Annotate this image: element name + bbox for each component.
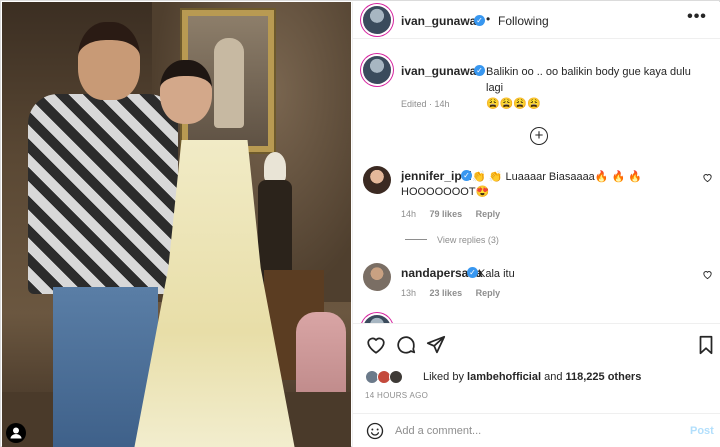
heart-icon[interactable] (702, 269, 713, 283)
author-avatar[interactable] (363, 6, 391, 34)
caption-text: Balikin oo .. oo balikin body gue kaya d… (486, 64, 711, 112)
man-head (78, 22, 140, 100)
liker-avatar (389, 370, 403, 384)
user-tag-icon[interactable] (6, 423, 26, 443)
post-timestamp[interactable]: 14 HOURS AGO (365, 391, 428, 400)
comment-time: 13h (401, 288, 417, 298)
reply-button[interactable]: Reply (476, 288, 501, 298)
comment-meta: 13h 23 likes Reply (401, 288, 511, 298)
comment-text: Kala itu (478, 268, 515, 280)
author-username[interactable]: ivan_gunawan (401, 14, 484, 28)
comment-input[interactable] (395, 420, 665, 442)
comment-time: 14h (401, 209, 417, 219)
comments-scroll[interactable]: ivan_gunawan ✓ Balikin oo .. oo balikin … (353, 40, 720, 323)
emoji-icon[interactable] (366, 422, 384, 440)
liked-by-and: and (544, 371, 563, 383)
following-button[interactable]: Following (498, 14, 549, 28)
liked-by-count[interactable]: 118,225 others (566, 371, 642, 383)
reply-button[interactable]: Reply (476, 209, 501, 219)
commenter-avatar[interactable] (363, 315, 391, 323)
commenter-avatar[interactable] (363, 263, 391, 291)
view-replies-button[interactable]: View replies (3) (405, 235, 499, 245)
post-modal: ivan_gunawan ✓ • Following ••• ivan_guna… (0, 0, 720, 447)
post-photo[interactable] (2, 2, 351, 447)
heart-icon[interactable] (702, 172, 713, 186)
post-button[interactable]: Post (690, 425, 714, 437)
comment-meta: 14h 79 likes Reply (401, 209, 511, 219)
photo-bride (132, 60, 312, 447)
bride-head (160, 60, 212, 124)
caption-username[interactable]: ivan_gunawan (401, 64, 484, 78)
commenter-avatar[interactable] (363, 166, 391, 194)
comment-text: 👏 👏 Luaaaar Biasaaaa🔥 🔥 🔥 (472, 171, 643, 183)
post-header: ivan_gunawan ✓ • Following ••• (353, 2, 720, 39)
liked-by-text: Liked by lambehofficial and 118,225 othe… (423, 371, 641, 383)
verified-icon: ✓ (461, 170, 472, 181)
caption-body: Balikin oo .. oo balikin body gue kaya d… (486, 66, 691, 94)
bride-dress (132, 140, 297, 447)
header-separator: • (486, 12, 491, 26)
comment-text-line2: HOOOOOOOT😍 (401, 186, 490, 198)
replies-line (405, 239, 427, 240)
comment-likes[interactable]: 23 likes (430, 288, 463, 298)
verified-icon: ✓ (474, 65, 485, 76)
bookmark-icon[interactable] (695, 334, 717, 356)
verified-icon: ✓ (474, 15, 485, 26)
add-circle-icon[interactable]: + (530, 127, 548, 145)
more-icon[interactable]: ••• (685, 8, 709, 28)
heart-icon[interactable] (365, 334, 387, 356)
add-comment-bar: Post (353, 413, 720, 447)
caption-avatar[interactable] (363, 56, 391, 84)
post-sidebar: ivan_gunawan ✓ • Following ••• ivan_guna… (352, 2, 720, 447)
liked-by-user[interactable]: lambehofficial (467, 371, 541, 383)
action-bar: Liked by lambehofficial and 118,225 othe… (353, 323, 720, 413)
verified-icon: ✓ (467, 267, 478, 278)
comment-likes[interactable]: 79 likes (430, 209, 463, 219)
caption-emojis: 😩😩😩😩 (486, 98, 541, 110)
comment-icon[interactable] (395, 334, 417, 356)
share-icon[interactable] (425, 334, 447, 356)
liked-by-prefix: Liked by (423, 371, 464, 383)
view-replies-label: View replies (3) (437, 235, 499, 245)
caption-meta: Edited · 14h (401, 99, 450, 109)
